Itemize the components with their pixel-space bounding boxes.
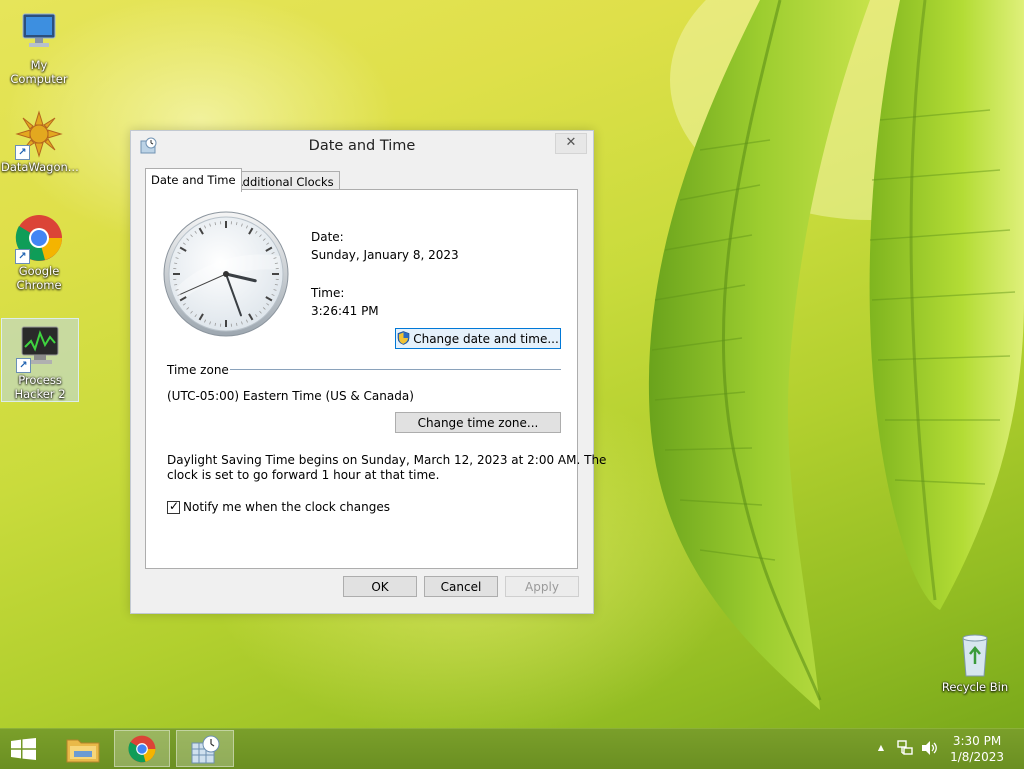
shortcut-arrow-icon: ↗ <box>15 249 30 264</box>
datawagon-icon: ↗ <box>15 110 63 158</box>
network-tray-button[interactable] <box>896 739 914 760</box>
chrome-icon <box>128 735 156 766</box>
start-button[interactable] <box>0 730 48 767</box>
date-value: Sunday, January 8, 2023 <box>311 248 459 262</box>
desktop-icon-label: Process Hacker 2 <box>2 373 78 401</box>
section-divider <box>230 369 561 370</box>
taskbar-clock[interactable]: 3:30 PM 1/8/2023 <box>950 733 1004 765</box>
date-time-app-icon <box>190 735 220 768</box>
computer-icon <box>15 8 63 56</box>
close-icon: ✕ <box>566 135 577 150</box>
desktop[interactable]: My Computer ↗ DataWagon... <box>0 0 1024 728</box>
time-label: Time: <box>311 286 344 300</box>
uac-shield-icon <box>397 331 410 351</box>
change-date-and-time-label: Change date and time... <box>413 332 559 346</box>
network-icon <box>896 746 914 760</box>
desktop-icon-label: DataWagon... <box>1 160 77 174</box>
volume-tray-button[interactable] <box>920 739 938 760</box>
apply-button[interactable]: Apply <box>505 576 579 597</box>
tab-date-and-time[interactable]: Date and Time <box>145 168 242 192</box>
taskbar-file-explorer[interactable] <box>56 730 112 767</box>
analog-clock <box>162 210 290 338</box>
checkmark-icon: ✓ <box>169 499 179 513</box>
taskbar-clock-time: 3:30 PM <box>950 733 1004 749</box>
folder-icon <box>66 735 100 766</box>
windows-logo-icon <box>11 738 37 763</box>
desktop-icon-recycle-bin[interactable]: Recycle Bin <box>937 630 1013 698</box>
change-date-and-time-button[interactable]: Change date and time... <box>395 328 561 349</box>
dst-info-line-1: Daylight Saving Time begins on Sunday, M… <box>167 453 606 467</box>
tab-panel: Date: Sunday, January 8, 2023 Time: 3:26… <box>145 189 578 569</box>
taskbar-google-chrome[interactable] <box>114 730 170 767</box>
process-hacker-icon: ↗ <box>16 323 64 371</box>
ok-button[interactable]: OK <box>343 576 417 597</box>
desktop-icon-datawagon[interactable]: ↗ DataWagon... <box>1 110 77 178</box>
time-zone-value: (UTC-05:00) Eastern Time (US & Canada) <box>167 389 414 403</box>
time-value: 3:26:41 PM <box>311 304 379 318</box>
shortcut-arrow-icon: ↗ <box>15 145 30 160</box>
desktop-icon-process-hacker[interactable]: ↗ Process Hacker 2 <box>1 318 79 402</box>
chevron-up-icon: ▲ <box>878 743 884 752</box>
show-hidden-icons-button[interactable]: ▲ <box>874 741 888 755</box>
dialog-title: Date and Time <box>131 131 593 161</box>
taskbar: ▲ 3:30 PM 1/8/2023 <box>0 728 1024 769</box>
notify-checkbox[interactable]: ✓ <box>167 501 180 514</box>
taskbar-clock-date: 1/8/2023 <box>950 749 1004 765</box>
dst-info-line-2: clock is set to go forward 1 hour at tha… <box>167 468 439 482</box>
desktop-icon-label: Recycle Bin <box>937 680 1013 694</box>
recycle-bin-icon <box>951 630 999 678</box>
chrome-icon: ↗ <box>15 214 63 262</box>
shortcut-arrow-icon: ↗ <box>16 358 31 373</box>
desktop-icon-label: Google Chrome <box>1 264 77 292</box>
close-button[interactable]: ✕ <box>555 133 587 154</box>
date-and-time-dialog: Date and Time ✕ Date and Time Additional… <box>130 130 594 614</box>
notify-label[interactable]: Notify me when the clock changes <box>183 500 390 514</box>
time-zone-heading: Time zone <box>167 363 229 377</box>
date-label: Date: <box>311 230 344 244</box>
desktop-icon-google-chrome[interactable]: ↗ Google Chrome <box>1 214 77 298</box>
cancel-button[interactable]: Cancel <box>424 576 498 597</box>
speaker-icon <box>920 746 938 760</box>
change-time-zone-button[interactable]: Change time zone... <box>395 412 561 433</box>
taskbar-date-and-time[interactable] <box>176 730 234 767</box>
desktop-icon-my-computer[interactable]: My Computer <box>1 8 77 76</box>
desktop-icon-label: My Computer <box>1 58 77 86</box>
